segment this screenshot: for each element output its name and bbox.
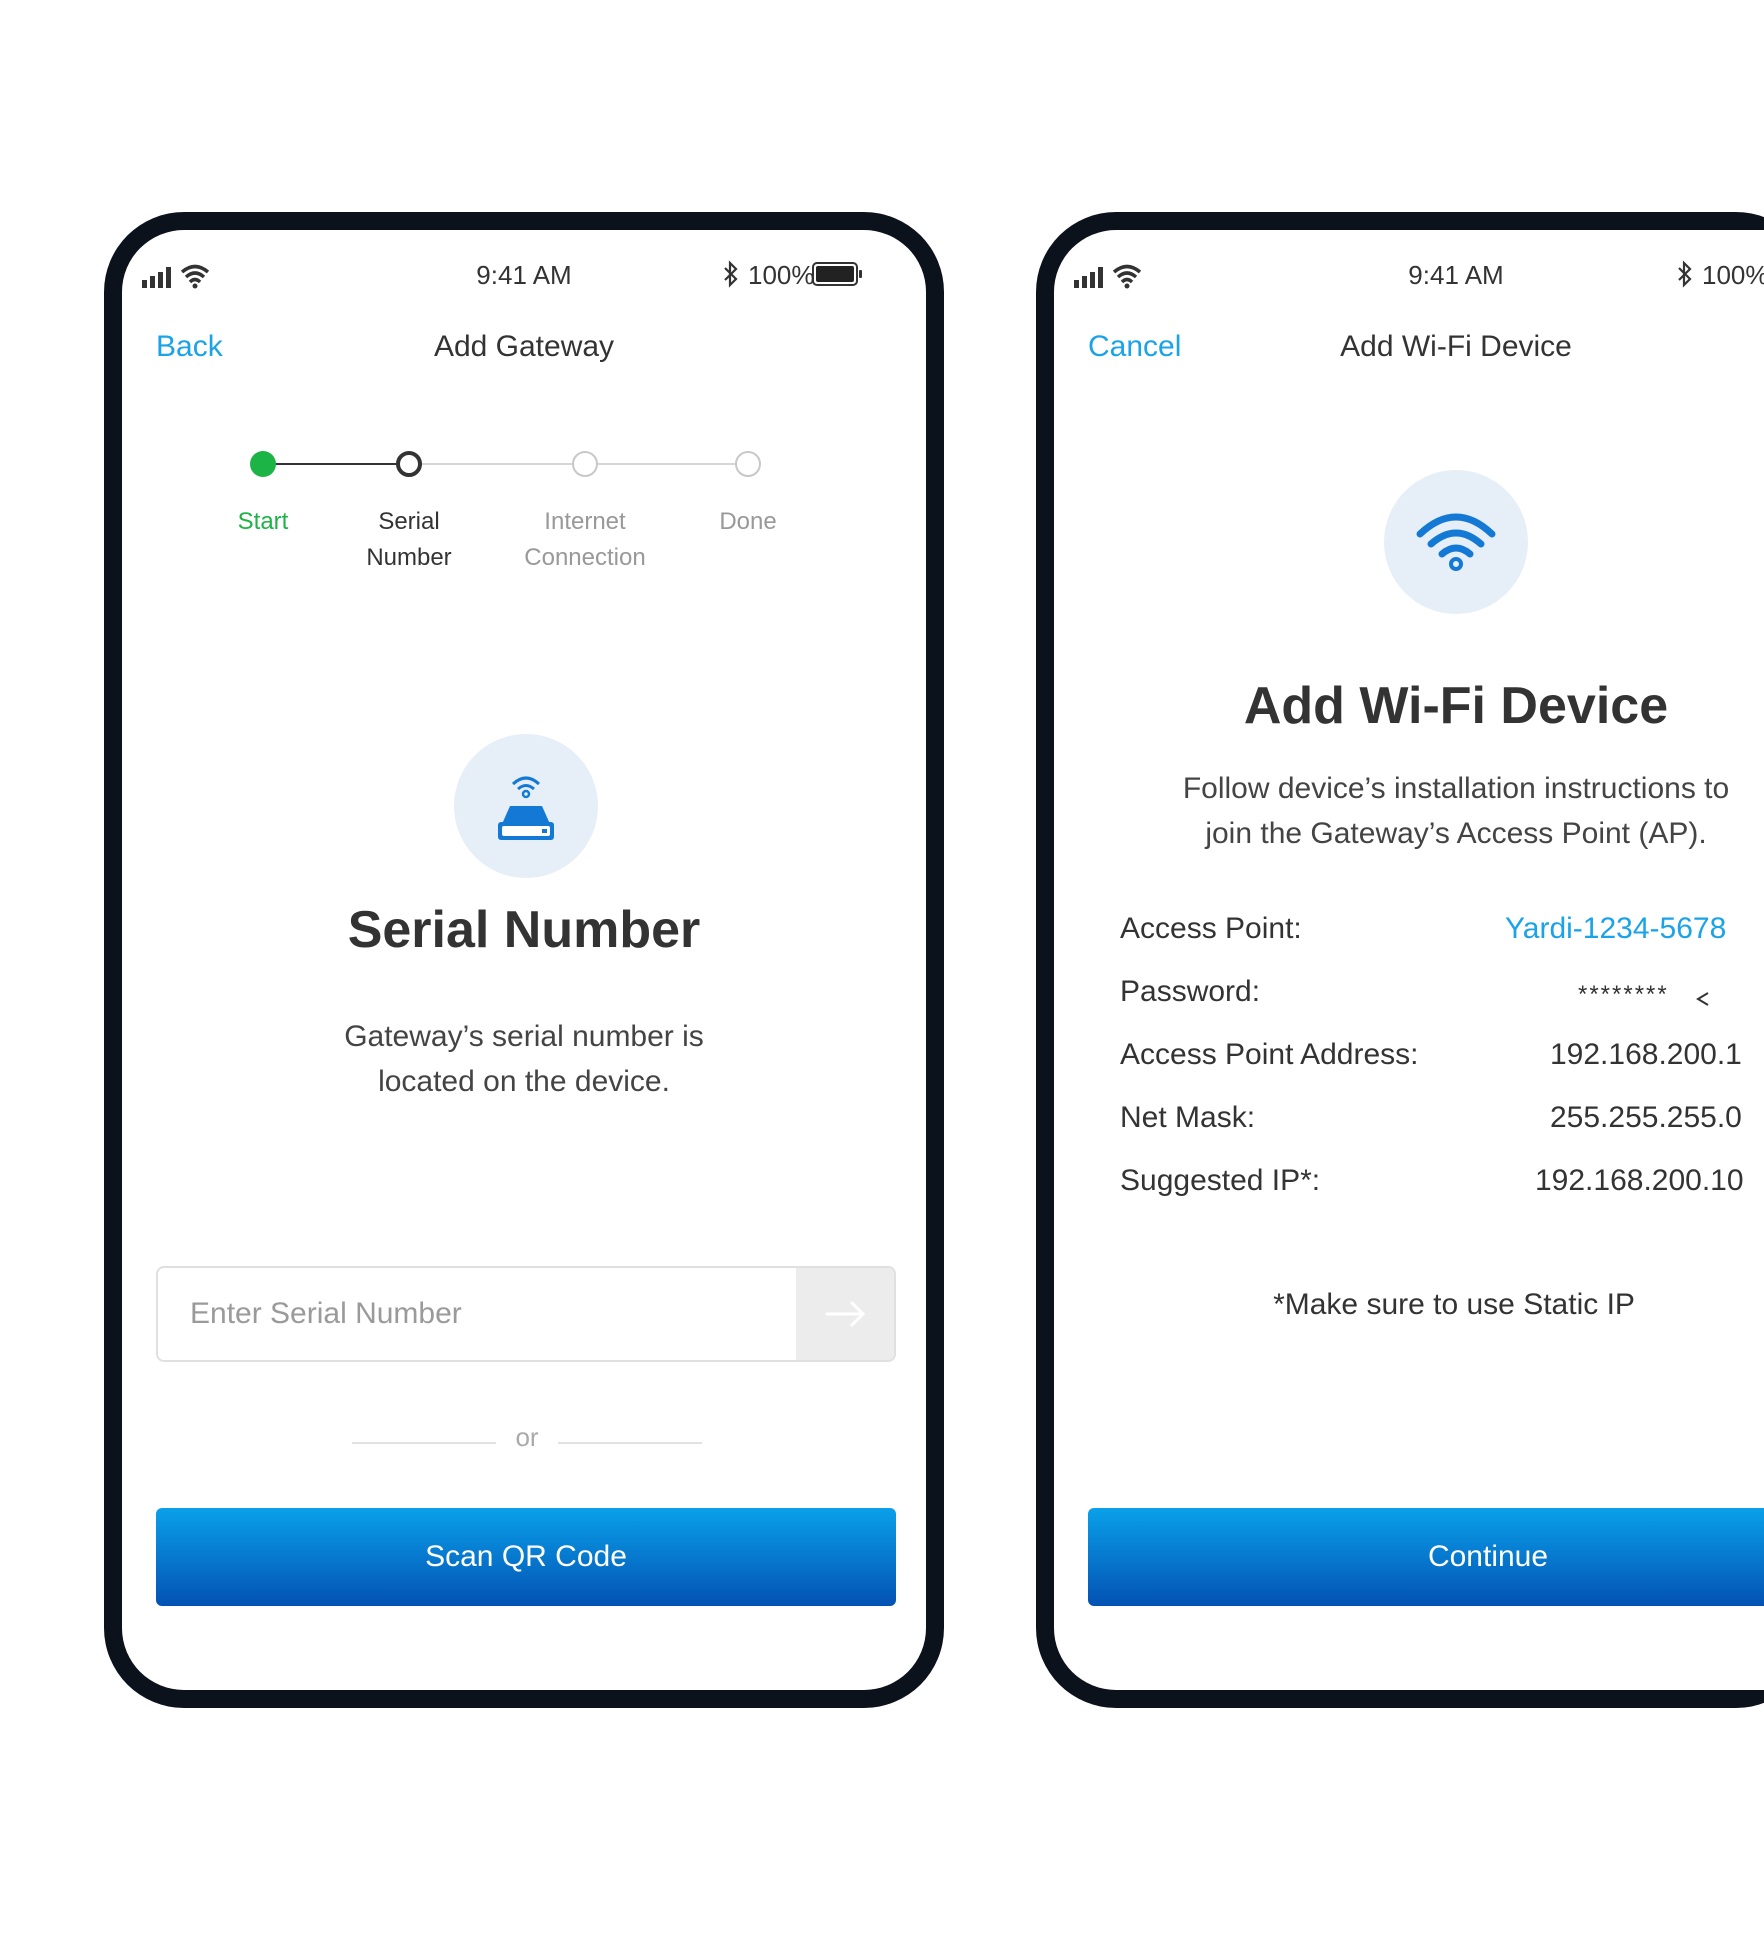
step-dot-done xyxy=(735,451,761,477)
phone-frame-add-wifi-device: 9:41 AM 100% Cancel Add Wi-Fi Device Add… xyxy=(1036,212,1764,1708)
info-value-net-mask: 255.255.255.0 xyxy=(1550,1101,1742,1134)
bluetooth-icon xyxy=(1676,260,1694,295)
screen-add-wifi-device: 9:41 AM 100% Cancel Add Wi-Fi Device Add… xyxy=(1054,230,1764,1690)
info-value-access-point[interactable]: Yardi-1234-5678 xyxy=(1505,912,1726,946)
phone-frame-add-gateway: 9:41 AM 100% Back Add Gateway Start Seri… xyxy=(104,212,944,1708)
page-heading: Serial Number xyxy=(347,901,701,959)
info-row-suggested-ip: Suggested IP*: 192.168.200.10 xyxy=(1120,1164,1764,1204)
divider-line xyxy=(352,1442,496,1444)
battery-percent: 100% xyxy=(1702,260,1764,290)
info-row-access-point: Access Point: Yardi-1234-5678 xyxy=(1120,912,1764,952)
arrow-right-icon xyxy=(825,1301,866,1327)
or-divider: or xyxy=(352,1422,702,1458)
step-label-done: Done xyxy=(719,508,777,535)
nav-bar: Back Add Gateway xyxy=(122,330,926,370)
wifi-icon xyxy=(1384,470,1528,614)
nav-title: Add Wi-Fi Device xyxy=(1340,330,1572,363)
stepper-line-complete xyxy=(262,463,408,465)
gateway-icon xyxy=(454,734,598,878)
status-bar: 9:41 AM 100% xyxy=(122,254,926,294)
static-ip-note: *Make sure to use Static IP xyxy=(1273,1288,1635,1321)
info-key: Net Mask: xyxy=(1120,1101,1256,1134)
battery-percent: 100% xyxy=(748,260,815,290)
step-dot-serial-number xyxy=(396,451,422,477)
step-dot-internet-connection xyxy=(572,451,598,477)
stepper-line xyxy=(584,463,748,465)
bluetooth-icon xyxy=(722,260,740,295)
submit-serial-button[interactable] xyxy=(796,1268,894,1360)
screen-add-gateway: 9:41 AM 100% Back Add Gateway Start Seri… xyxy=(122,230,926,1690)
description-line: Follow device’s installation instruction… xyxy=(1182,772,1730,805)
page-heading: Add Wi-Fi Device xyxy=(1243,677,1669,735)
serial-number-field xyxy=(156,1266,896,1362)
continue-button[interactable]: Continue xyxy=(1088,1508,1764,1606)
info-row-password: Password: ******** xyxy=(1120,975,1764,1015)
info-row-net-mask: Net Mask: 255.255.255.0 xyxy=(1120,1101,1764,1141)
progress-stepper: Start Serial Number Internet Connection … xyxy=(182,448,802,588)
status-time: 9:41 AM xyxy=(1408,260,1504,290)
nav-title: Add Gateway xyxy=(433,330,615,363)
serial-number-input[interactable] xyxy=(158,1268,798,1360)
description-line: Gateway’s serial number is xyxy=(344,1020,704,1053)
description-line: located on the device. xyxy=(378,1065,670,1098)
info-row-access-point-address: Access Point Address: 192.168.200.1 xyxy=(1120,1038,1764,1078)
info-key: Access Point: xyxy=(1120,912,1302,945)
step-dot-start xyxy=(250,451,276,477)
description-line: join the Gateway’s Access Point (AP). xyxy=(1205,817,1707,850)
show-password-icon[interactable] xyxy=(1694,983,1714,1017)
info-key: Suggested IP*: xyxy=(1120,1164,1321,1197)
nav-bar: Cancel Add Wi-Fi Device xyxy=(1054,330,1764,370)
info-value-password: ******** xyxy=(1578,981,1669,1008)
battery-icon xyxy=(812,262,864,286)
status-bar: 9:41 AM 100% xyxy=(1054,254,1764,294)
or-label: or xyxy=(515,1422,539,1452)
divider-line xyxy=(558,1442,702,1444)
info-value-access-point-address: 192.168.200.1 xyxy=(1550,1038,1742,1071)
step-label-serial-number: Serial Number xyxy=(366,508,452,571)
info-key: Access Point Address: xyxy=(1120,1038,1419,1071)
scan-qr-code-button[interactable]: Scan QR Code xyxy=(156,1508,896,1606)
stepper-line xyxy=(408,463,584,465)
info-key: Password: xyxy=(1120,975,1261,1008)
info-value-suggested-ip: 192.168.200.10 xyxy=(1535,1164,1744,1197)
